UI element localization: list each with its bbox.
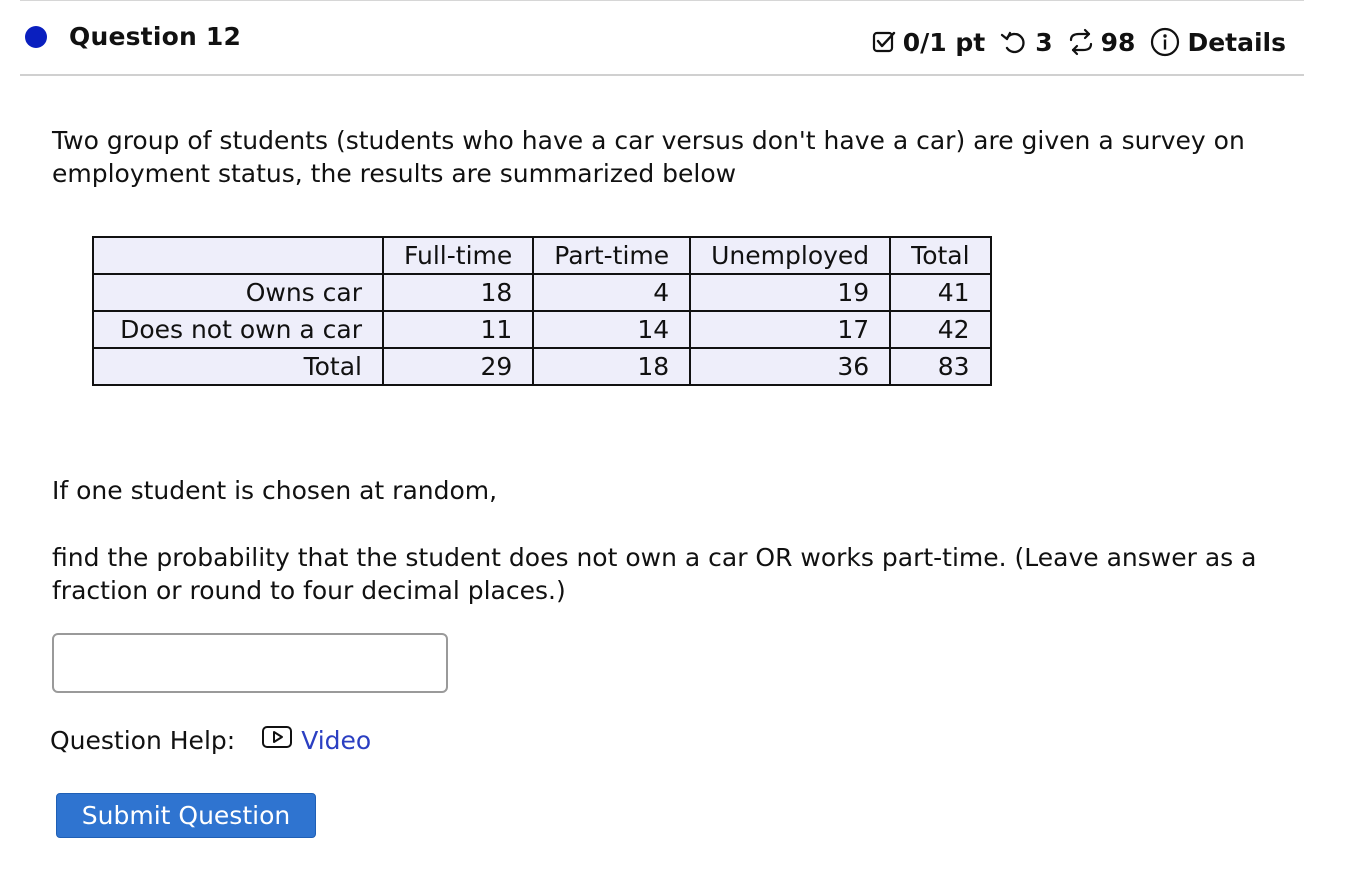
row-label: Total xyxy=(92,347,384,386)
table-cell: 36 xyxy=(689,347,892,386)
submissions-indicator: 98 xyxy=(1067,27,1136,57)
retries-indicator: 3 xyxy=(999,27,1053,57)
table-cell: 14 xyxy=(532,310,692,349)
table-cell: 18 xyxy=(381,273,535,312)
table-cell: 83 xyxy=(889,347,992,386)
play-icon xyxy=(261,724,301,756)
question-status-dot xyxy=(25,26,47,48)
table-row: Owns car 18 4 19 41 xyxy=(92,273,992,312)
question-header: Question 12 0/1 pt 3 98 Details xyxy=(20,16,1304,76)
table-cell: 19 xyxy=(689,273,892,312)
table-cell: 11 xyxy=(381,310,535,349)
question-title: Question 12 xyxy=(69,22,242,51)
question-prompt: Two group of students (students who have… xyxy=(52,126,1245,188)
table-header-row: Full-time Part-time Unemployed Total xyxy=(92,236,992,275)
checkbox-check-icon xyxy=(871,29,897,55)
table-row: Does not own a car 11 14 17 42 xyxy=(92,310,992,349)
question-help: Question Help: Video xyxy=(50,722,371,758)
table-header-cell: Part-time xyxy=(532,236,692,275)
table-header-cell: Full-time xyxy=(381,236,535,275)
question-line-1: If one student is chosen at random, xyxy=(52,476,498,505)
answer-input[interactable] xyxy=(52,633,448,693)
video-link[interactable]: Video xyxy=(261,724,371,756)
info-icon xyxy=(1149,26,1181,58)
row-label: Owns car xyxy=(92,273,384,312)
table-cell: 18 xyxy=(532,347,692,386)
table-cell: 29 xyxy=(381,347,535,386)
table-header-cell: Unemployed xyxy=(689,236,892,275)
table-row: Total 29 18 36 83 xyxy=(92,347,992,386)
submit-question-button[interactable]: Submit Question xyxy=(56,793,316,838)
score-text: 0/1 pt xyxy=(902,27,986,57)
question-line-2: find the probability that the student do… xyxy=(52,543,1257,605)
table-header-cell: Total xyxy=(889,236,992,275)
video-label: Video xyxy=(301,725,372,755)
question-help-label: Question Help: xyxy=(50,725,236,755)
employment-table: Full-time Part-time Unemployed Total Own… xyxy=(92,236,992,386)
row-label: Does not own a car xyxy=(92,310,384,349)
details-button[interactable]: Details xyxy=(1149,26,1286,58)
table-cell: 41 xyxy=(889,273,992,312)
undo-icon xyxy=(999,29,1029,55)
retries-count: 3 xyxy=(1035,27,1053,57)
details-label: Details xyxy=(1187,27,1286,57)
repeat-icon xyxy=(1067,28,1095,56)
score-indicator: 0/1 pt xyxy=(871,28,985,57)
question-meta: 0/1 pt 3 98 Details xyxy=(871,24,1286,60)
table-header-cell xyxy=(92,236,384,275)
table-cell: 42 xyxy=(889,310,992,349)
submissions-count: 98 xyxy=(1100,27,1136,57)
top-divider xyxy=(20,0,1304,1)
table-cell: 17 xyxy=(689,310,892,349)
table-cell: 4 xyxy=(532,273,692,312)
